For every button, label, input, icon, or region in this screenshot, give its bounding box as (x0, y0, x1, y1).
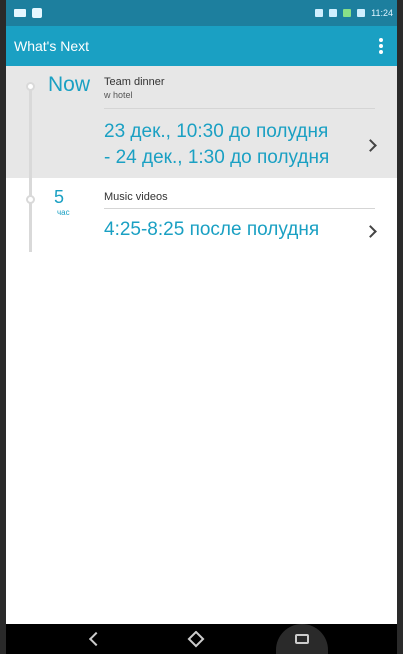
event-2-when-number: 5 (54, 187, 65, 207)
event-2-divider (104, 208, 375, 209)
recents-button[interactable] (275, 624, 328, 654)
status-time: 11:24 (371, 8, 393, 18)
status-right-icons: 11:24 (315, 8, 393, 18)
battery-icon (357, 9, 366, 17)
event-1-subtitle: w hotel (104, 90, 133, 100)
status-bar: 11:24 (6, 0, 397, 26)
photo-icon (32, 8, 42, 18)
timeline-dot-2 (26, 195, 35, 204)
event-1-when: Now (48, 73, 91, 96)
device-frame: 11:24 What's Next Now Team dinner w hote… (0, 0, 403, 654)
signal-icon (343, 9, 352, 17)
event-1-divider (104, 108, 375, 109)
back-button[interactable] (76, 627, 116, 651)
event-1-time-line-1: 23 дек., 10:30 до полудня (104, 121, 329, 142)
event-2-time: 4:25-8:25 после полудня (104, 219, 320, 240)
event-2-when-unit: час (57, 208, 70, 217)
wifi-icon (329, 9, 338, 17)
overflow-menu-icon[interactable] (379, 38, 383, 54)
navigation-bar (6, 624, 397, 654)
back-icon (88, 631, 103, 647)
chevron-right-icon[interactable] (365, 226, 375, 236)
event-1-title: Team dinner (104, 76, 165, 88)
app-bar: What's Next (6, 26, 397, 66)
battery-saver-icon (315, 9, 324, 17)
event-2-title: Music videos (104, 191, 168, 203)
status-left-icons (14, 8, 42, 18)
agenda-list: Now Team dinner w hotel 23 дек., 10:30 д… (6, 66, 397, 624)
message-icon (14, 9, 26, 17)
home-icon (187, 630, 204, 648)
timeline-line (29, 86, 32, 252)
app-title: What's Next (14, 38, 90, 54)
home-button[interactable] (176, 627, 216, 651)
event-1-time-line-2: - 24 дек., 1:30 до полудня (104, 147, 330, 168)
chevron-right-icon[interactable] (365, 140, 375, 150)
timeline-dot-1 (26, 82, 35, 91)
recents-icon (294, 634, 309, 644)
